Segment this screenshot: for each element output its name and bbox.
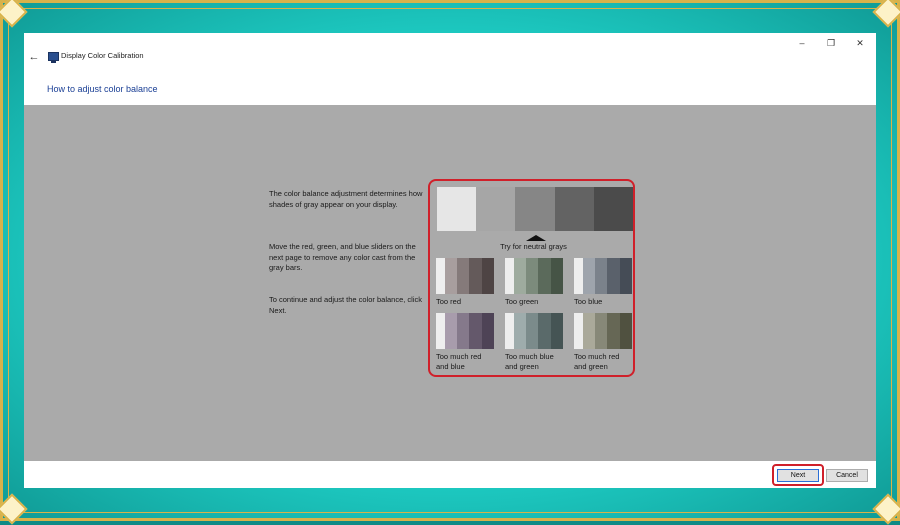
color-swatch xyxy=(505,258,564,294)
swatch-bar xyxy=(444,258,457,294)
description-paragraph: Move the red, green, and blue sliders on… xyxy=(269,242,416,272)
swatch-bar xyxy=(550,313,564,349)
swatch-bar xyxy=(456,313,470,349)
arrow-up-icon xyxy=(526,235,546,241)
gray-bar xyxy=(554,187,594,231)
page-heading: How to adjust color balance xyxy=(47,84,158,94)
maximize-button[interactable]: ❐ xyxy=(823,37,839,49)
minimize-button[interactable]: – xyxy=(794,37,810,49)
display-calibration-app-icon xyxy=(48,52,59,63)
swatch-bar xyxy=(607,313,620,349)
sample-too-much-blue-and-green: Too much blue and green xyxy=(505,313,564,372)
sample-label: Too much red and blue xyxy=(436,352,482,371)
gray-bar xyxy=(515,187,555,231)
sample-too-blue: Too blue xyxy=(574,258,633,307)
swatch-bar xyxy=(607,258,620,294)
color-balance-examples-panel: Try for neutral grays Too red Too green … xyxy=(428,179,635,377)
swatch-bar xyxy=(594,313,608,349)
swatch-bar xyxy=(550,258,564,294)
next-button[interactable]: Next xyxy=(777,469,819,482)
swatch-bar xyxy=(505,258,514,294)
gray-bar xyxy=(593,187,634,231)
neutral-grays-label: Try for neutral grays xyxy=(500,242,567,251)
swatch-bar xyxy=(538,258,551,294)
swatch-bar xyxy=(582,313,595,349)
close-button[interactable]: ✕ xyxy=(852,37,868,49)
sample-label: Too green xyxy=(505,297,539,306)
gray-bar xyxy=(476,187,516,231)
swatch-bar xyxy=(469,258,482,294)
description-paragraph: The color balance adjustment determines … xyxy=(269,189,423,209)
swatch-bar xyxy=(444,313,457,349)
neutral-gray-bars xyxy=(437,187,634,231)
swatch-bar xyxy=(574,258,583,294)
color-swatch xyxy=(574,313,633,349)
sample-too-red: Too red xyxy=(436,258,495,307)
swatch-bar xyxy=(505,313,514,349)
content-area: The color balance adjustment determines … xyxy=(24,105,876,461)
swatch-bar xyxy=(513,313,526,349)
swatch-bar xyxy=(525,313,539,349)
color-swatch xyxy=(574,258,633,294)
swatch-bar xyxy=(619,313,633,349)
back-arrow-icon[interactable]: ← xyxy=(28,51,40,63)
sample-too-green: Too green xyxy=(505,258,564,307)
window-title: Display Color Calibration xyxy=(61,51,144,60)
footer-bar: Next Cancel xyxy=(24,461,876,488)
gray-bar xyxy=(437,187,477,231)
cancel-button[interactable]: Cancel xyxy=(826,469,868,482)
swatch-bar xyxy=(574,313,583,349)
description-paragraph: To continue and adjust the color balance… xyxy=(269,295,423,315)
title-bar: ← Display Color Calibration – ❐ ✕ xyxy=(24,33,876,77)
sample-label: Too much red and green xyxy=(574,352,620,371)
swatch-bar xyxy=(513,258,526,294)
sample-label: Too much blue and green xyxy=(505,352,554,371)
swatch-bar xyxy=(538,313,551,349)
swatch-bar xyxy=(481,313,495,349)
color-swatch xyxy=(436,313,495,349)
swatch-bar xyxy=(525,258,539,294)
swatch-bar xyxy=(481,258,495,294)
swatch-bar xyxy=(619,258,633,294)
sample-label: Too blue xyxy=(574,297,603,306)
swatch-bar xyxy=(594,258,608,294)
swatch-bar xyxy=(456,258,470,294)
swatch-bar xyxy=(436,258,445,294)
sample-too-much-red-and-green: Too much red and green xyxy=(574,313,633,372)
swatch-bar xyxy=(582,258,595,294)
sample-too-much-red-and-blue: Too much red and blue xyxy=(436,313,495,372)
swatch-bar xyxy=(436,313,445,349)
color-swatch xyxy=(436,258,495,294)
swatch-bar xyxy=(469,313,482,349)
sample-label: Too red xyxy=(436,297,462,306)
color-swatch xyxy=(505,313,564,349)
calibration-window: ← Display Color Calibration – ❐ ✕ How to… xyxy=(24,33,876,488)
